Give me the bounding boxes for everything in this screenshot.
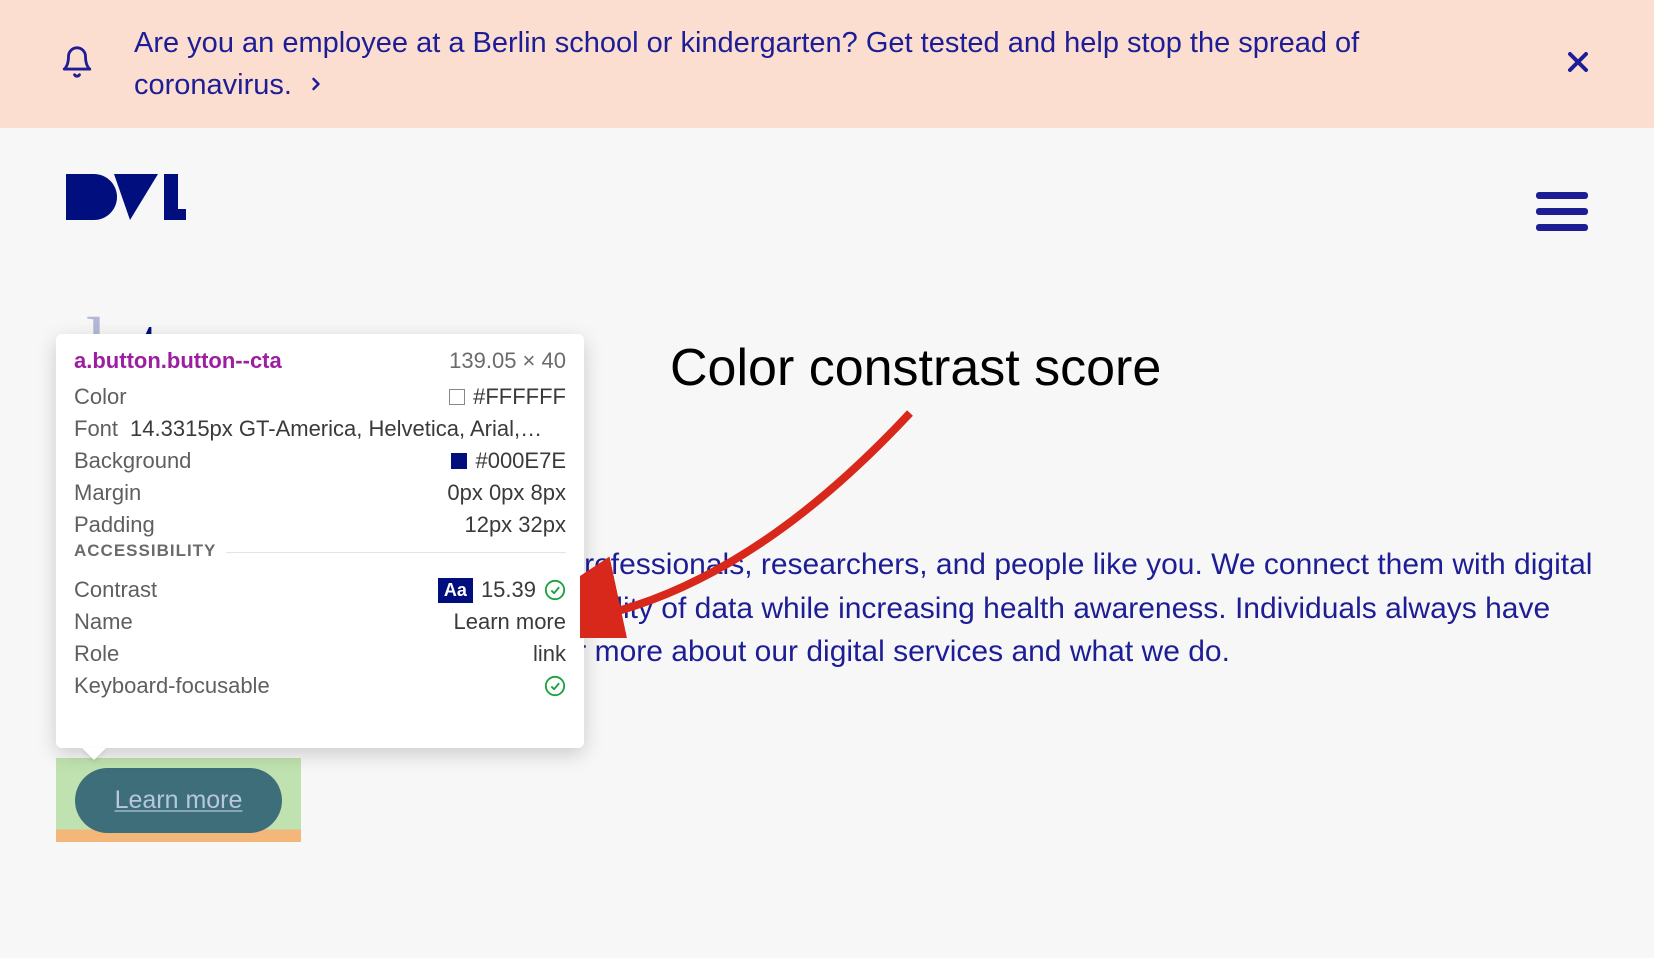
background-value: #000E7E (475, 448, 566, 474)
learn-more-button[interactable]: Learn more (75, 768, 283, 833)
margin-value: 0px 0px 8px (447, 480, 566, 506)
role-label: Role (74, 641, 119, 667)
check-circle-icon (544, 579, 566, 601)
background-swatch-icon (451, 453, 467, 469)
close-icon[interactable] (1562, 46, 1594, 83)
padding-value: 12px 32px (464, 512, 566, 538)
cta-highlight-box: Learn more (56, 758, 301, 842)
a11y-section-label: ACCESSIBILITY (74, 541, 226, 561)
color-label: Color (74, 384, 127, 410)
name-label: Name (74, 609, 133, 635)
hamburger-menu-icon[interactable] (1536, 183, 1588, 240)
font-label: Font (74, 416, 118, 442)
chevron-right-icon (306, 64, 326, 106)
selector-tag: a (74, 348, 86, 373)
site-logo[interactable] (66, 168, 186, 233)
banner-message[interactable]: Are you an employee at a Berlin school o… (134, 22, 1492, 106)
announcement-banner: Are you an employee at a Berlin school o… (0, 0, 1654, 128)
color-value: #FFFFFF (473, 384, 566, 410)
contrast-label: Contrast (74, 577, 157, 603)
background-label: Background (74, 448, 191, 474)
aa-badge: Aa (438, 578, 473, 603)
contrast-value: 15.39 (481, 577, 536, 603)
check-circle-icon (544, 675, 566, 697)
padding-label: Padding (74, 512, 155, 538)
devtools-inspector-tooltip: a.button.button--cta 139.05 × 40 Color #… (56, 334, 584, 748)
inspector-dimensions: 139.05 × 40 (449, 348, 566, 374)
cta-label: Learn more (115, 786, 243, 814)
annotation-label: Color constrast score (670, 338, 1161, 398)
role-value: link (533, 641, 566, 667)
selector-classes: .button.button--cta (86, 348, 282, 373)
bell-icon (60, 43, 94, 86)
font-value: 14.3315px GT-America, Helvetica, Arial,… (130, 416, 566, 442)
inspector-selector: a.button.button--cta (74, 348, 282, 374)
kf-label: Keyboard-focusable (74, 673, 270, 699)
color-swatch-icon (449, 389, 465, 405)
margin-label: Margin (74, 480, 141, 506)
name-value: Learn more (453, 609, 566, 635)
